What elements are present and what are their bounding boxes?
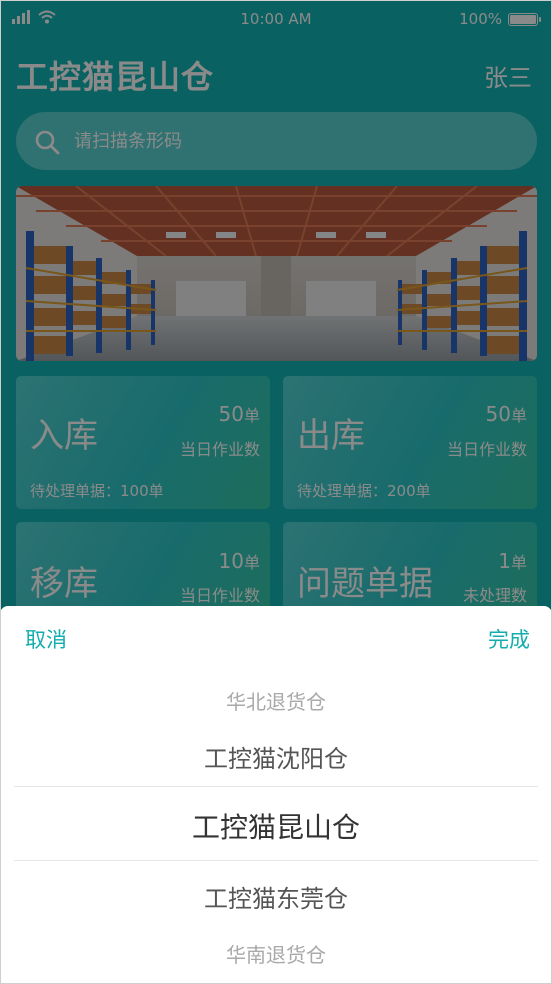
- picker-option[interactable]: 工控猫沈阳仓: [0, 739, 552, 774]
- app-screen: 10:00 AM 100% 工控猫昆山仓 张三 请扫描条形码 入库 50单 当日…: [0, 0, 552, 984]
- cancel-button[interactable]: 取消: [25, 624, 67, 654]
- done-button[interactable]: 完成: [488, 624, 530, 654]
- picker-option-selected[interactable]: 工控猫昆山仓: [0, 806, 552, 846]
- picker-option[interactable]: 工控猫东莞仓: [0, 879, 552, 914]
- picker-selection-divider: [14, 786, 538, 787]
- picker-selection-divider: [14, 860, 538, 861]
- warehouse-picker-sheet: 取消 完成 华北退货仓 工控猫沈阳仓 工控猫昆山仓 工控猫东莞仓 华南退货仓: [0, 606, 552, 984]
- picker-option[interactable]: 华北退货仓: [0, 686, 552, 715]
- picker-option[interactable]: 华南退货仓: [0, 939, 552, 968]
